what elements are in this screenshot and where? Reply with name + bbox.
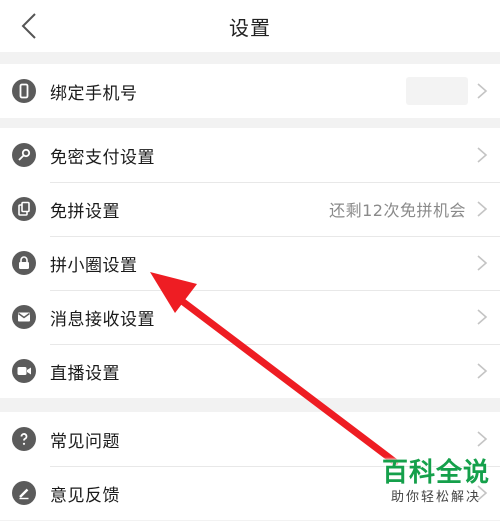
chevron-left-icon — [21, 13, 36, 39]
lock-icon — [12, 251, 36, 275]
nav-bar: 设置 — [0, 0, 500, 52]
watermark-brand: 百科全说 — [381, 458, 490, 488]
phone-icon — [12, 79, 36, 103]
question-icon — [12, 427, 36, 451]
settings-row-free-group[interactable]: 免拼设置 还剩12次免拼机会 — [0, 182, 500, 236]
coupon-icon — [12, 197, 36, 221]
settings-row-label: 免拼设置 — [50, 201, 120, 222]
page-title: 设置 — [229, 15, 271, 40]
settings-row-label: 拼小圈设置 — [50, 255, 138, 276]
watermark-slogan: 助你轻松解决 — [390, 490, 481, 505]
chevron-right-icon — [477, 309, 488, 325]
chevron-right-icon — [477, 431, 488, 447]
settings-row-label: 消息接收设置 — [50, 309, 155, 330]
settings-row-label: 直播设置 — [50, 363, 120, 384]
settings-row-bind-phone[interactable]: 绑定手机号 — [0, 64, 500, 118]
settings-row-password-free-pay[interactable]: 免密支付设置 — [0, 128, 500, 182]
settings-row-message-receive[interactable]: 消息接收设置 — [0, 290, 500, 344]
mail-icon — [12, 305, 36, 329]
settings-row-live[interactable]: 直播设置 — [0, 344, 500, 398]
settings-row-label: 绑定手机号 — [50, 83, 138, 104]
settings-row-label: 常见问题 — [50, 431, 120, 452]
chevron-right-icon — [477, 255, 488, 271]
settings-row-label: 免密支付设置 — [50, 147, 155, 168]
chevron-right-icon — [477, 147, 488, 163]
masked-phone-number — [406, 77, 468, 105]
chevron-right-icon — [477, 83, 488, 99]
free-group-remaining: 还剩12次免拼机会 — [329, 201, 466, 220]
key-icon — [12, 143, 36, 167]
chevron-right-icon — [477, 201, 488, 217]
video-icon — [12, 359, 36, 383]
chevron-right-icon — [477, 363, 488, 379]
settings-row-small-circle[interactable]: 拼小圈设置 — [0, 236, 500, 290]
settings-row-label: 意见反馈 — [50, 485, 120, 506]
watermark: 百科全说 助你轻松解决 — [376, 458, 496, 514]
settings-group-account: 绑定手机号 — [0, 64, 500, 118]
pencil-icon — [12, 481, 36, 505]
back-button[interactable] — [14, 10, 44, 42]
settings-group-features: 免密支付设置 免拼设置 还剩12次免拼机会 拼小圈设置 消息接收设置 直播设置 — [0, 128, 500, 398]
